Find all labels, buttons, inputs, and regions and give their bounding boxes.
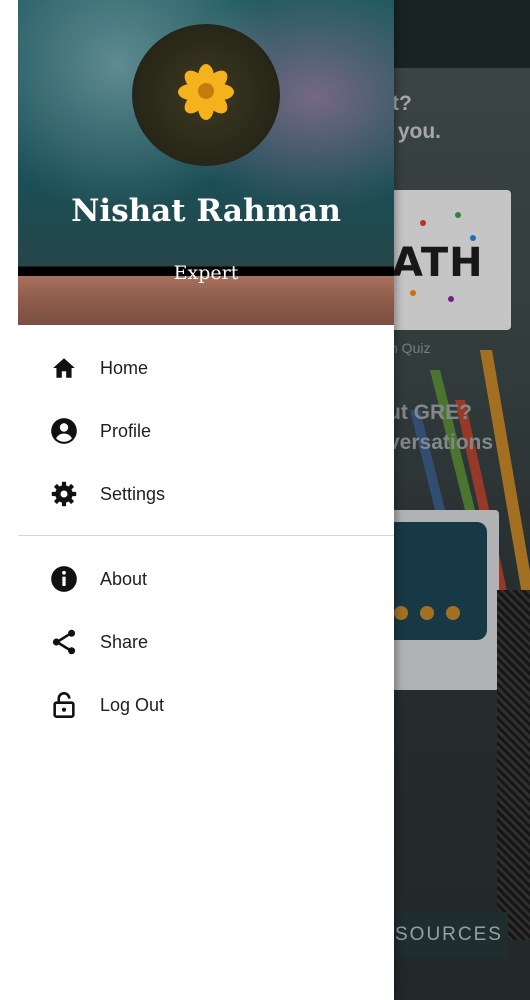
menu-item-log-out[interactable]: Log Out (0, 677, 394, 733)
menu-item-about[interactable]: About (0, 551, 394, 607)
menu-label: Log Out (100, 694, 165, 715)
menu-label: About (100, 568, 148, 589)
menu-item-home[interactable]: Home (0, 340, 394, 396)
gear-icon (50, 480, 78, 508)
menu-label: Profile (100, 420, 152, 441)
menu-label: Home (100, 357, 149, 378)
menu-label: Share (100, 631, 149, 652)
avatar[interactable] (132, 24, 280, 166)
header-edge (0, 0, 18, 325)
account-circle-icon (50, 417, 78, 445)
navigation-drawer: Nishat Rahman Expert Home Profile Settin… (0, 0, 394, 1000)
user-role: Expert (173, 262, 239, 284)
menu-item-profile[interactable]: Profile (0, 403, 394, 459)
menu-item-share[interactable]: Share (0, 614, 394, 670)
share-icon (50, 628, 78, 656)
drawer-header: Nishat Rahman Expert (0, 0, 394, 325)
menu-divider (18, 535, 394, 536)
menu-item-settings[interactable]: Settings (0, 466, 394, 522)
home-icon (50, 354, 78, 382)
user-name: Nishat Rahman (71, 193, 341, 229)
menu-label: Settings (100, 483, 166, 504)
flower-center (198, 83, 214, 99)
info-icon (50, 565, 78, 593)
lock-open-icon (50, 691, 78, 719)
